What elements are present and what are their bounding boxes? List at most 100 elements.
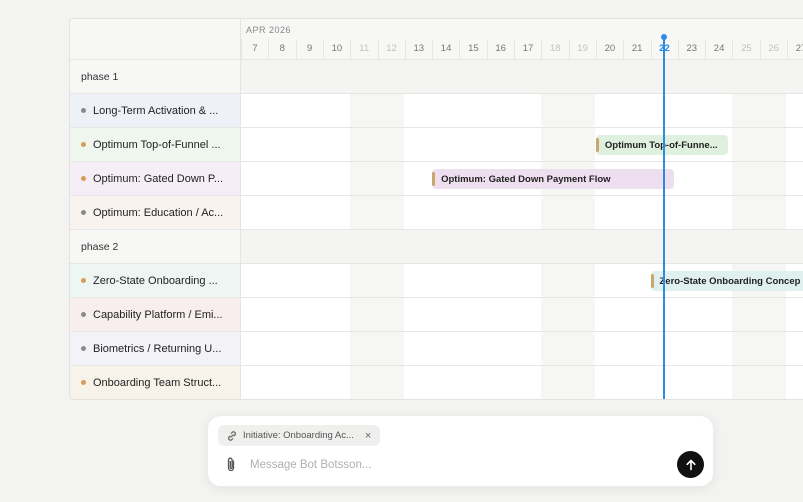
weekend-stripe [732,162,787,195]
day-header: 19 [568,39,596,59]
day-header: 21 [623,39,650,59]
weekend-stripe [541,332,596,365]
row-label[interactable]: Capability Platform / Emi... [70,298,241,331]
weekend-stripe [732,196,787,229]
timeline-row[interactable]: Optimum: Gated Down P... Optimum: Gated D… [70,162,803,196]
weekend-stripe [732,332,787,365]
timeline-row[interactable]: Zero-State Onboarding ... Zero-State Onbo… [70,264,803,298]
paperclip-icon[interactable] [224,456,238,474]
day-header: 12 [377,39,405,59]
row-grid [241,366,803,399]
context-chip-label: Initiative: Onboarding Ac... [243,430,354,441]
day-header: 18 [541,39,568,59]
row-grid [241,332,803,365]
phase-row[interactable]: phase 2 [70,230,803,264]
weekend-stripe [350,298,405,331]
timeline-view: APR 2026 7891011121314151617181920212223… [69,18,803,400]
row-grid [241,196,803,229]
weekend-stripe [541,196,596,229]
arrow-up-icon [685,459,696,470]
status-dot [81,380,86,385]
row-label-text: Biometrics / Returning U... [93,342,222,355]
day-header: 26 [759,39,787,59]
close-icon[interactable]: × [365,430,371,442]
send-button[interactable] [677,451,704,478]
row-label[interactable]: Biometrics / Returning U... [70,332,241,365]
row-label-text: Zero-State Onboarding ... [93,274,218,287]
day-header: 23 [677,39,705,59]
row-label-text: phase 2 [81,240,119,253]
row-label-text: Optimum Top-of-Funnel ... [93,138,221,151]
weekend-stripe [350,94,405,127]
row-grid [241,60,803,93]
day-header: 20 [595,39,623,59]
day-header: 10 [322,39,350,59]
day-header: 15 [459,39,486,59]
weekend-stripe [350,366,405,399]
timeline-bar[interactable]: Zero-State Onboarding Concep [650,271,803,291]
day-header: 25 [732,39,759,59]
row-label[interactable]: Long-Term Activation & ... [70,94,241,127]
row-label[interactable]: Optimum: Education / Ac... [70,196,241,229]
weekend-stripe [350,332,405,365]
row-grid: Optimum: Gated Down Payment Flow [241,162,803,195]
weekend-stripe [732,298,787,331]
timeline-row[interactable]: Optimum: Education / Ac... [70,196,803,230]
day-header: 14 [432,39,459,59]
timeline-row[interactable]: Onboarding Team Struct... [70,366,803,399]
weekend-stripe [732,128,787,161]
day-header: 17 [514,39,541,59]
day-header: 8 [268,39,295,59]
weekend-stripe [350,196,405,229]
row-grid: Optimum Top-of-Funne... [241,128,803,161]
weekend-stripe [350,128,405,161]
message-composer: Initiative: Onboarding Ac... × [207,415,714,487]
status-dot [81,210,86,215]
month-label: APR 2026 [246,25,292,35]
row-label-text: Optimum: Education / Ac... [93,206,224,219]
timeline-row[interactable]: Capability Platform / Emi... [70,298,803,332]
message-input[interactable] [250,454,630,476]
timeline-bar[interactable]: Optimum Top-of-Funne... [595,135,729,155]
status-dot [81,142,86,147]
row-label[interactable]: Onboarding Team Struct... [70,366,241,399]
phase-row[interactable]: phase 1 [70,60,803,94]
day-header: 9 [295,39,323,59]
link-icon [228,430,236,441]
day-header: 13 [404,39,432,59]
status-dot [81,346,86,351]
weekend-stripe [541,264,596,297]
weekend-stripe [350,162,405,195]
status-dot [81,312,86,317]
row-label-text: Optimum: Gated Down P... [93,172,224,185]
context-chip[interactable]: Initiative: Onboarding Ac... × [218,425,381,446]
row-label-text: Capability Platform / Emi... [93,308,223,321]
row-label-text: Onboarding Team Struct... [93,376,222,389]
day-header: 24 [705,39,732,59]
timeline-bar[interactable]: Optimum: Gated Down Payment Flow [432,169,674,189]
today-line [663,39,666,399]
row-grid [241,94,803,127]
row-label[interactable]: Zero-State Onboarding ... [70,264,241,297]
phase-label[interactable]: phase 2 [70,230,241,263]
row-label[interactable]: Optimum Top-of-Funnel ... [70,128,241,161]
weekend-stripe [541,366,596,399]
timeline-row[interactable]: Long-Term Activation & ... [70,94,803,128]
row-label[interactable]: Optimum: Gated Down P... [70,162,241,195]
timeline-row[interactable]: Biometrics / Returning U... [70,332,803,366]
weekend-stripe [732,366,787,399]
weekend-stripe [541,94,596,127]
day-header: 16 [486,39,514,59]
row-grid [241,230,803,263]
row-label-text: phase 1 [81,70,119,83]
weekend-stripe [350,264,405,297]
timeline-header-left [70,19,241,60]
row-label-text: Long-Term Activation & ... [93,104,219,117]
timeline-row[interactable]: Optimum Top-of-Funnel ... Optimum Top-of-… [70,128,803,162]
phase-label[interactable]: phase 1 [70,60,241,93]
day-header: 27 [787,39,803,59]
day-header: 11 [350,39,377,59]
weekend-stripe [541,128,596,161]
row-grid: Zero-State Onboarding Concep [241,264,803,297]
weekend-stripe [732,94,787,127]
